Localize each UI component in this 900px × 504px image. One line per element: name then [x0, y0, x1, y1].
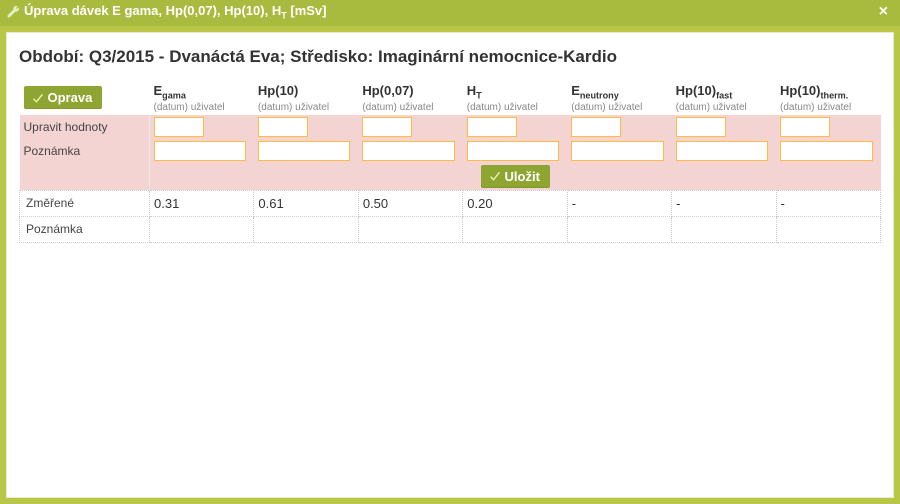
rowlabel-poznamka2: Poznámka [20, 216, 150, 242]
cell-measured-6: - [776, 190, 880, 216]
input-poznamka-5[interactable] [676, 141, 769, 161]
input-upravit-4[interactable] [571, 117, 621, 137]
cell-note-1 [254, 216, 358, 242]
input-upravit-6[interactable] [780, 117, 830, 137]
cell-measured-2: 0.50 [358, 190, 462, 216]
input-poznamka-2[interactable] [362, 141, 455, 161]
col-hp10fast: Hp(10)fast(datum) uživatel [672, 81, 776, 115]
cell-measured-5: - [672, 190, 776, 216]
input-poznamka-4[interactable] [571, 141, 664, 161]
cell-measured-3: 0.20 [463, 190, 567, 216]
col-egama: Egama(datum) uživatel [150, 81, 254, 115]
check-icon [32, 92, 44, 104]
page-title: Období: Q3/2015 - Dvanáctá Eva; Středisk… [19, 43, 881, 81]
row-zmerene: Změřené 0.31 0.61 0.50 0.20 - - - [20, 190, 881, 216]
wrench-icon [6, 5, 20, 19]
oprava-button[interactable]: Oprava [24, 86, 103, 109]
col-hp007: Hp(0,07)(datum) uživatel [358, 81, 462, 115]
window-title: Úprava dávek E gama, Hp(0,07), Hp(10), H… [24, 3, 327, 21]
row-poznamka-edit: Poznámka [20, 139, 881, 163]
input-upravit-2[interactable] [362, 117, 412, 137]
rowlabel-poznamka1: Poznámka [20, 139, 150, 163]
rowlabel-upravit: Upravit hodnoty [20, 115, 150, 139]
cell-note-3 [463, 216, 567, 242]
cell-note-5 [672, 216, 776, 242]
check-icon [489, 170, 501, 182]
col-ht: HT(datum) uživatel [463, 81, 567, 115]
cell-measured-4: - [567, 190, 671, 216]
col-hp10: Hp(10)(datum) uživatel [254, 81, 358, 115]
cell-note-2 [358, 216, 462, 242]
input-poznamka-6[interactable] [780, 141, 873, 161]
close-icon[interactable]: × [875, 5, 892, 19]
cell-measured-1: 0.61 [254, 190, 358, 216]
row-upravit: Upravit hodnoty [20, 115, 881, 139]
ulozit-button[interactable]: Uložit [481, 165, 550, 188]
input-poznamka-0[interactable] [154, 141, 246, 161]
titlebar: Úprava dávek E gama, Hp(0,07), Hp(10), H… [0, 0, 900, 26]
cell-note-0 [150, 216, 254, 242]
col-hp10therm: Hp(10)therm.(datum) uživatel [776, 81, 880, 115]
input-upravit-5[interactable] [676, 117, 726, 137]
dialog-body: Období: Q3/2015 - Dvanáctá Eva; Středisk… [6, 32, 894, 498]
cell-measured-0: 0.31 [150, 190, 254, 216]
cell-note-4 [567, 216, 671, 242]
input-upravit-1[interactable] [258, 117, 308, 137]
col-eneutrony: Eneutrony(datum) uživatel [567, 81, 671, 115]
input-upravit-0[interactable] [154, 117, 204, 137]
rowlabel-zmerene: Změřené [20, 190, 150, 216]
cell-note-6 [776, 216, 880, 242]
input-upravit-3[interactable] [467, 117, 517, 137]
row-save: Uložit [20, 163, 881, 191]
input-poznamka-3[interactable] [467, 141, 560, 161]
input-poznamka-1[interactable] [258, 141, 351, 161]
dose-grid: Oprava Egama(datum) uživatel Hp(10)(datu… [19, 81, 881, 243]
header-row: Oprava Egama(datum) uživatel Hp(10)(datu… [20, 81, 881, 115]
row-poznamka-display: Poznámka [20, 216, 881, 242]
